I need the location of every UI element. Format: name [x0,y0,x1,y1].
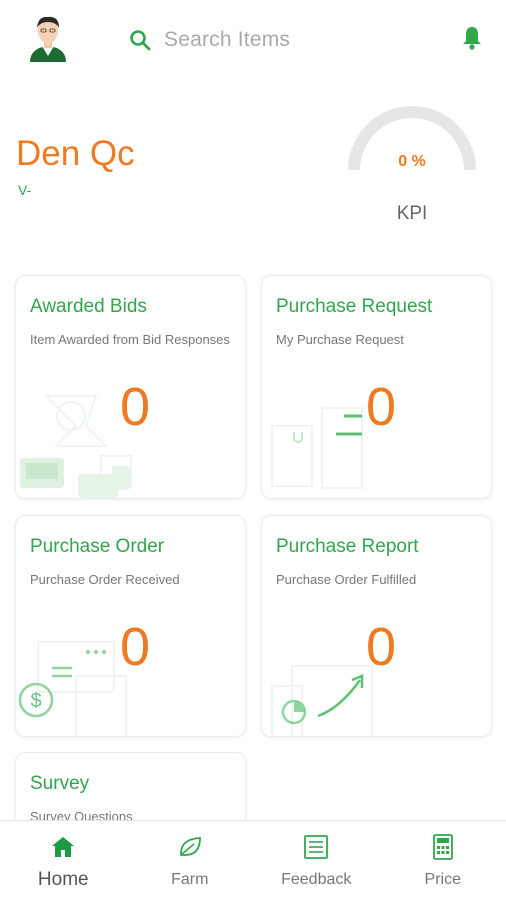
user-name: Den Qc [16,134,135,173]
leaf-icon [179,837,201,856]
card-count: 0 [120,377,151,437]
svg-text:$: $ [30,690,41,712]
card-subtitle: Purchase Order Received [30,572,180,587]
card-subtitle: My Purchase Request [276,332,404,347]
nav-feedback[interactable]: Feedback [253,821,380,900]
card-count: 0 [366,617,397,677]
nav-label: Feedback [281,871,352,888]
nav-farm[interactable]: Farm [127,821,254,900]
home-icon [52,837,75,857]
nav-label: Price [424,871,461,888]
bell-icon [463,27,481,50]
card-count: 0 [120,617,151,677]
card-title: Purchase Report [276,536,419,557]
card-subtitle: Item Awarded from Bid Responses [30,332,230,347]
card-title: Survey [30,773,90,794]
bottom-navigation: Home Farm Feedback Price [0,820,506,900]
notification-button[interactable] [458,24,486,52]
nav-home[interactable]: Home [0,821,127,900]
nav-label: Home [37,869,89,890]
nav-label: Farm [171,871,209,888]
purchase-order-card[interactable]: $ Purchase Order Purchase Order Received… [15,515,246,737]
kpi-value: 0 % [398,153,426,170]
card-subtitle: Purchase Order Fulfilled [276,572,417,587]
calculator-icon [432,834,453,860]
card-title: Awarded Bids [30,296,147,317]
search-icon[interactable] [128,28,152,52]
kpi-label: KPI [396,203,428,224]
awarded-bids-card[interactable]: Awarded Bids Item Awarded from Bid Respo… [15,275,246,499]
card-title: Purchase Order [30,536,165,557]
top-bar: Search Items [0,0,506,80]
card-title: Purchase Request [276,296,433,317]
nav-price[interactable]: Price [380,821,506,900]
purchase-request-card[interactable]: Purchase Request My Purchase Request 0 [261,275,492,499]
user-avatar[interactable] [26,12,70,62]
avatar-icon [30,16,66,62]
card-count: 0 [366,377,397,437]
purchase-report-card[interactable]: Purchase Report Purchase Order Fulfilled… [261,515,492,737]
feedback-list-icon [304,835,329,859]
search-bar[interactable]: Search Items [128,24,290,56]
search-input[interactable]: Search Items [164,28,290,52]
user-subtitle: V- [18,182,32,198]
